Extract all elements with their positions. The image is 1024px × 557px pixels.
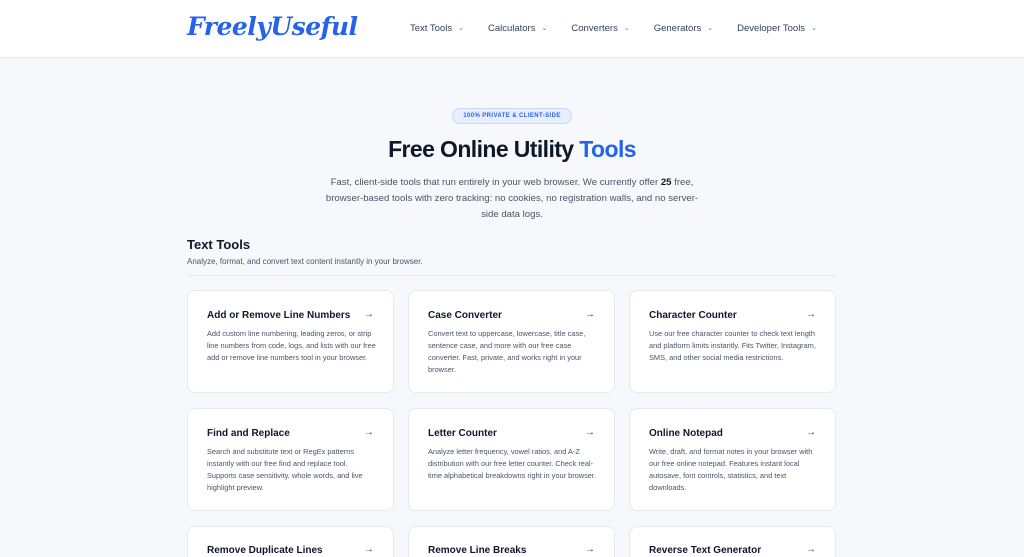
- desc-before: Fast, client-side tools that run entirel…: [330, 177, 661, 188]
- site-header: FreelyUseful Text Tools ⌄ Calculators ⌄ Co…: [0, 0, 1024, 58]
- card-description: Analyze letter frequency, vowel ratios, …: [428, 447, 597, 480]
- arrow-right-icon: →: [806, 309, 816, 320]
- card-title: Case Converter: [428, 310, 502, 321]
- nav-developer-tools[interactable]: Developer Tools ⌄: [737, 23, 817, 34]
- title-main: Free Online Utility: [388, 136, 580, 162]
- main-nav: Text Tools ⌄ Calculators ⌄ Converters ⌄ Gen…: [410, 23, 841, 34]
- tool-card-remove-duplicate-lines[interactable]: Remove Duplicate Lines →: [187, 526, 394, 557]
- card-description: Add custom line numbering, leading zeros…: [207, 329, 376, 362]
- nav-generators[interactable]: Generators ⌄: [654, 23, 713, 34]
- nav-calculators[interactable]: Calculators ⌄: [488, 23, 547, 34]
- card-title: Add or Remove Line Numbers: [207, 310, 351, 321]
- nav-text-tools[interactable]: Text Tools ⌄: [410, 23, 464, 34]
- card-title: Reverse Text Generator: [649, 545, 762, 556]
- card-title: Letter Counter: [428, 428, 497, 439]
- chevron-down-icon: ⌄: [623, 24, 630, 32]
- card-title: Remove Duplicate Lines: [207, 545, 323, 556]
- card-title: Find and Replace: [207, 428, 290, 439]
- card-title: Remove Line Breaks: [428, 545, 527, 556]
- tool-card-find-and-replace[interactable]: Find and Replace → Search and substitute…: [187, 408, 394, 511]
- card-title: Character Counter: [649, 310, 737, 321]
- card-description: Convert text to uppercase, lowercase, ti…: [428, 329, 586, 374]
- nav-label: Converters: [571, 23, 618, 34]
- nav-converters[interactable]: Converters ⌄: [571, 23, 629, 34]
- card-description: Search and substitute text or RegEx patt…: [207, 447, 363, 492]
- arrow-right-icon: →: [364, 427, 374, 438]
- tool-card-reverse-text-generator[interactable]: Reverse Text Generator →: [629, 526, 836, 557]
- chevron-down-icon: ⌄: [541, 24, 548, 32]
- arrow-right-icon: →: [585, 427, 595, 438]
- arrow-right-icon: →: [585, 309, 595, 320]
- nav-label: Generators: [653, 23, 702, 34]
- card-title: Online Notepad: [649, 428, 723, 439]
- tool-card-online-notepad[interactable]: Online Notepad → Write, draft, and forma…: [629, 408, 836, 511]
- hero-description: Fast, client-side tools that run entirel…: [322, 175, 702, 223]
- chevron-down-icon: ⌄: [707, 24, 714, 32]
- arrow-right-icon: →: [364, 544, 374, 555]
- nav-label: Developer Tools: [737, 23, 806, 34]
- tool-count: 25: [660, 177, 672, 188]
- arrow-right-icon: →: [806, 544, 816, 555]
- section-title: Text Tools: [187, 237, 251, 252]
- section-divider: [187, 275, 836, 276]
- card-description: Use our free character counter to check …: [649, 329, 816, 362]
- title-accent: Tools: [579, 136, 636, 162]
- tool-card-remove-line-breaks[interactable]: Remove Line Breaks →: [408, 526, 615, 557]
- tool-card-character-counter[interactable]: Character Counter → Use our free charact…: [629, 290, 836, 393]
- chevron-down-icon: ⌄: [811, 24, 817, 32]
- tool-card-case-converter[interactable]: Case Converter → Convert text to upperca…: [408, 290, 615, 393]
- tool-card-letter-counter[interactable]: Letter Counter → Analyze letter frequenc…: [408, 408, 615, 511]
- page-title: Free Online Utility Tools: [0, 136, 1024, 163]
- privacy-badge: 100% PRIVATE & CLIENT-SIDE: [452, 108, 572, 124]
- chevron-down-icon: ⌄: [458, 24, 464, 32]
- arrow-right-icon: →: [585, 544, 595, 555]
- site-logo[interactable]: FreelyUseful: [187, 12, 358, 41]
- tool-card-add-remove-line-numbers[interactable]: Add or Remove Line Numbers → Add custom …: [187, 290, 394, 393]
- nav-label: Calculators: [487, 23, 536, 34]
- nav-label: Text Tools: [410, 23, 453, 34]
- arrow-right-icon: →: [364, 309, 374, 320]
- card-description: Write, draft, and format notes in your b…: [649, 447, 813, 492]
- arrow-right-icon: →: [806, 427, 816, 438]
- section-subtitle: Analyze, format, and convert text conten…: [187, 257, 423, 266]
